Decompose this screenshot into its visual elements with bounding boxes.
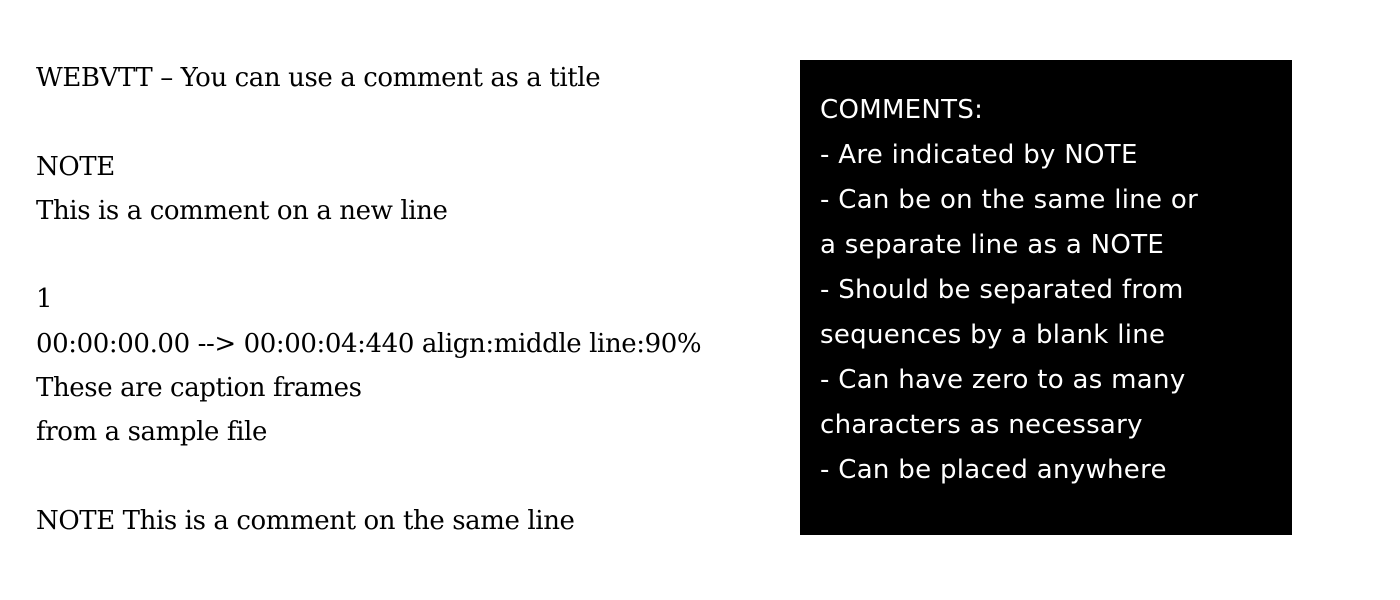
comments-info-box: COMMENTS: - Are indicated by NOTE - Can …: [800, 60, 1292, 535]
cue-text-line: from a sample file: [36, 417, 267, 448]
vtt-title-line: WEBVTT – You can use a comment as a titl…: [36, 63, 601, 93]
cue-timing-line: 00:00:00.00 --> 00:00:04:440 align:middl…: [36, 328, 702, 359]
webvtt-sample-text: WEBVTT – You can use a comment as a titl…: [36, 56, 702, 543]
comments-item: characters as necessary: [820, 410, 1143, 440]
comments-item: - Can be placed anywhere: [820, 455, 1167, 485]
inline-note-line: NOTE This is a comment on the same line: [36, 505, 575, 536]
note-comment-line: This is a comment on a new line: [36, 195, 448, 226]
comments-item: - Can be on the same line or: [820, 185, 1199, 215]
note-keyword-line: NOTE: [36, 151, 115, 182]
cue-identifier: 1: [36, 284, 53, 315]
cue-text-line: These are caption frames: [36, 373, 362, 404]
comments-item: a separate line as a NOTE: [820, 230, 1165, 260]
comments-item: sequences by a blank line: [820, 320, 1166, 350]
comments-item: - Are indicated by NOTE: [820, 140, 1138, 170]
comments-title: COMMENTS:: [820, 95, 984, 125]
comments-item: - Can have zero to as many: [820, 365, 1186, 395]
comments-item: - Should be separated from: [820, 275, 1184, 305]
